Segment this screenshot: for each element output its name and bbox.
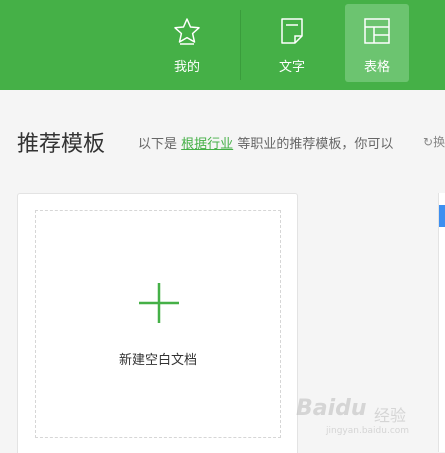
plus-icon [139, 283, 179, 323]
new-document-label: 新建空白文档 [118, 353, 197, 368]
refresh-icon: ↻ [423, 135, 434, 149]
watermark-url: jingyan.baidu.com [326, 426, 410, 436]
refresh-label: 换 [433, 135, 445, 149]
nav-tab-label: 文字 [278, 60, 305, 75]
nav-tab-label: 我的 [173, 60, 200, 75]
watermark-brand: Baidu [296, 396, 367, 421]
refresh-button[interactable]: ↻换 [423, 133, 445, 150]
template-hint: 以下是 根据行业 等职业的推荐模板，你可以 [138, 133, 393, 152]
watermark-suffix: 经验 [374, 406, 407, 425]
page-title: 推荐模板 [17, 132, 106, 157]
nav-tab-table[interactable]: 表格 [345, 4, 409, 82]
top-toolbar: 我的 文字 表格 [0, 0, 445, 90]
nav-tab-mine[interactable]: 我的 [155, 4, 219, 82]
new-blank-document-card[interactable]: 新建空白文档 [17, 193, 298, 453]
nav-divider [240, 10, 241, 80]
nav-tab-text[interactable]: 文字 [260, 4, 324, 82]
star-icon [174, 18, 200, 45]
industry-link[interactable]: 根据行业 [181, 137, 233, 152]
hint-suffix: 等职业的推荐模板，你可以 [237, 137, 394, 152]
watermark: Baidu 经验 jingyan.baidu.com [296, 392, 436, 442]
nav-tab-label: 表格 [363, 60, 390, 75]
template-card-partial[interactable] [438, 193, 445, 452]
document-icon [281, 18, 303, 44]
hint-prefix: 以下是 [138, 137, 178, 152]
new-document-dropzone: 新建空白文档 [35, 210, 281, 438]
template-card-accent [439, 205, 445, 227]
table-icon [364, 18, 390, 44]
